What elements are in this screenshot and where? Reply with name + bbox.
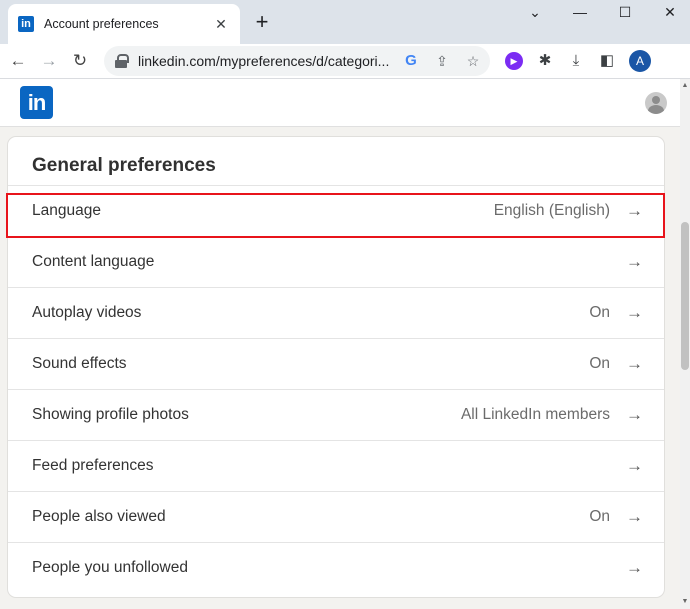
row-label: Autoplay videos	[32, 304, 142, 321]
scrollbar-thumb[interactable]	[681, 222, 689, 370]
preference-row-showing-profile-photos[interactable]: Showing profile photos All LinkedIn memb…	[8, 389, 664, 440]
page-title: General preferences	[32, 155, 216, 176]
share-icon[interactable]: ⇪	[433, 52, 451, 70]
preference-row-people-you-unfollowed[interactable]: People you unfollowed →	[8, 542, 664, 593]
arrow-right-icon[interactable]: →	[626, 456, 643, 476]
linkedin-logo-icon[interactable]: in	[20, 86, 53, 119]
minimize-icon[interactable]: —	[565, 4, 595, 20]
close-tab-icon[interactable]: ✕	[212, 16, 230, 33]
preference-row-autoplay-videos[interactable]: Autoplay videos On →	[8, 287, 664, 338]
back-arrow-icon[interactable]: ←	[6, 49, 30, 73]
preference-row-sound-effects[interactable]: Sound effects On →	[8, 338, 664, 389]
row-value: On	[589, 508, 610, 525]
highlight-box	[6, 193, 665, 238]
browser-toolbar: ← → ↻ linkedin.com/mypreferences/d/categ…	[0, 44, 690, 78]
row-label: Feed preferences	[32, 457, 154, 474]
linkedin-header: in	[0, 79, 680, 127]
linkedin-favicon-icon: in	[18, 16, 34, 32]
sidepanel-icon[interactable]: ◧	[596, 50, 618, 72]
row-label: People also viewed	[32, 508, 166, 525]
row-label: Showing profile photos	[32, 406, 189, 423]
arrow-right-icon[interactable]: →	[626, 252, 643, 272]
row-label: Content language	[32, 253, 155, 270]
close-window-icon[interactable]: ✕	[655, 4, 685, 21]
reload-icon[interactable]: ↻	[68, 49, 92, 73]
arrow-right-icon[interactable]: →	[626, 507, 643, 527]
row-label: People you unfollowed	[32, 559, 188, 576]
row-label: Sound effects	[32, 355, 127, 372]
download-icon[interactable]: ⤓	[565, 50, 587, 72]
extension-icon[interactable]: ▶	[505, 52, 523, 70]
address-bar[interactable]: linkedin.com/mypreferences/d/categori...…	[104, 46, 490, 76]
maximize-icon[interactable]: ☐	[610, 4, 640, 21]
tab-bar: in Account preferences ✕ + ⌄ — ☐ ✕	[0, 0, 690, 44]
star-icon[interactable]: ☆	[464, 52, 482, 70]
preference-row-content-language[interactable]: Content language →	[8, 236, 664, 287]
avatar[interactable]	[645, 92, 667, 114]
arrow-right-icon[interactable]: →	[626, 558, 643, 578]
puzzle-icon[interactable]: ✱	[534, 50, 556, 72]
tab-title: Account preferences	[44, 17, 159, 31]
google-icon[interactable]: G	[402, 52, 420, 70]
forward-arrow-icon[interactable]: →	[37, 49, 61, 73]
tab-search-icon[interactable]: ⌄	[520, 4, 550, 21]
arrow-right-icon[interactable]: →	[626, 303, 643, 323]
preference-row-people-also-viewed[interactable]: People also viewed On →	[8, 491, 664, 542]
arrow-right-icon[interactable]: →	[626, 354, 643, 374]
row-value: On	[589, 304, 610, 321]
new-tab-button[interactable]: +	[250, 10, 274, 34]
preference-row-feed-preferences[interactable]: Feed preferences →	[8, 440, 664, 491]
profile-icon[interactable]: A	[629, 50, 651, 72]
browser-tab[interactable]: in Account preferences ✕	[8, 4, 240, 44]
lock-icon[interactable]	[114, 54, 129, 68]
url-text[interactable]: linkedin.com/mypreferences/d/categori...	[138, 53, 396, 69]
row-value: On	[589, 355, 610, 372]
scroll-down-icon[interactable]: ▼	[681, 598, 689, 606]
scroll-up-icon[interactable]: ▲	[681, 82, 689, 90]
row-value: All LinkedIn members	[460, 406, 610, 423]
arrow-right-icon[interactable]: →	[626, 405, 643, 425]
